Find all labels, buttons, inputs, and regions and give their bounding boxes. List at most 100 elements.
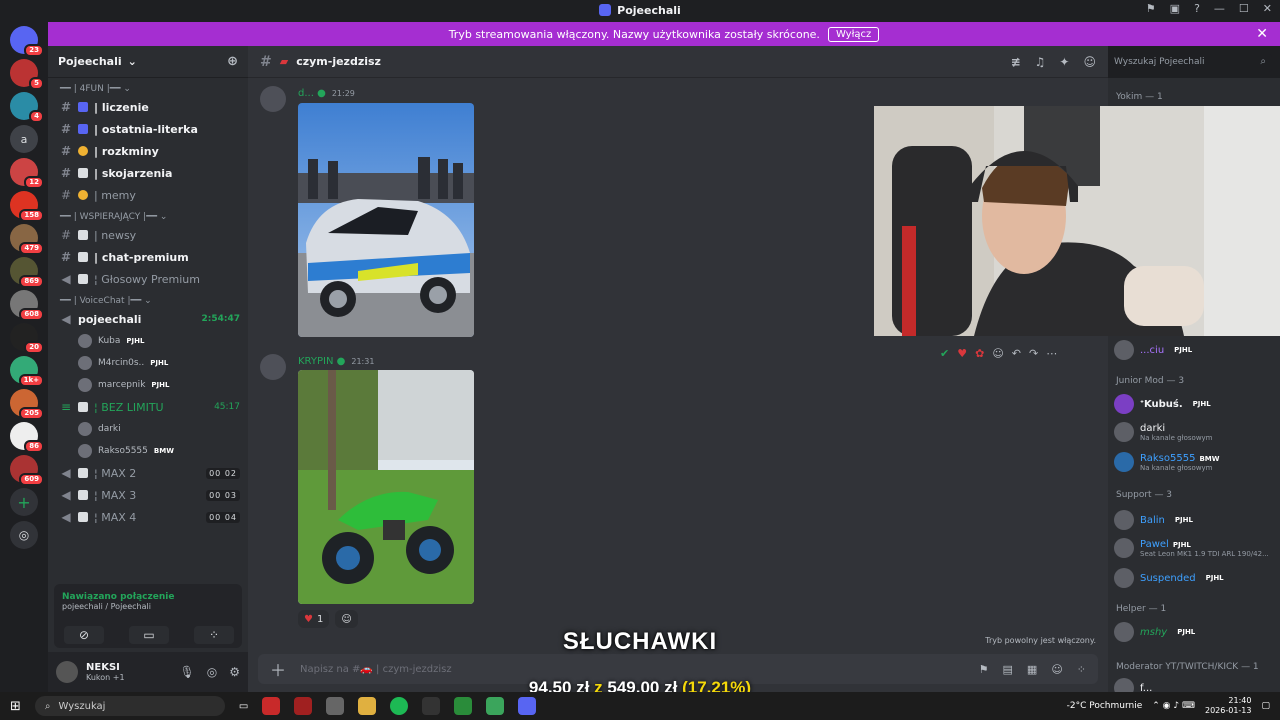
server-icon[interactable]: 20 — [10, 323, 44, 354]
app-icon[interactable] — [454, 697, 473, 715]
server-icon[interactable]: 609 — [10, 455, 44, 486]
voice-channel-item[interactable]: ◀ ¦ MAX 3 00 03 — [48, 484, 248, 506]
spotify-icon[interactable] — [390, 697, 409, 715]
member-item[interactable]: Pawel PJHL Seat Leon MK1 1.9 TDI ARL 190/4… — [1114, 538, 1269, 558]
heart-reaction-icon[interactable]: ♥ — [957, 347, 967, 360]
channel-item[interactable]: # | liczenie — [48, 96, 248, 118]
channel-item[interactable]: # | memy — [48, 184, 248, 206]
add-reaction-button[interactable]: ☺ — [335, 610, 358, 628]
voice-user[interactable]: Rakso5555 BMW — [48, 440, 248, 462]
mute-icon[interactable]: ♫ — [1035, 55, 1046, 69]
member-item[interactable]: darki Na kanale głosowym — [1114, 422, 1213, 442]
add-reaction-icon[interactable]: ☺ — [992, 347, 1003, 360]
emoji-icon[interactable]: ☺ — [1051, 663, 1062, 676]
message-input[interactable]: Napisz na #🚗 | czym-jezdzisz — [300, 664, 452, 675]
server-icon[interactable]: 1k+ — [10, 356, 44, 387]
screen-icon[interactable]: ▣ — [1170, 2, 1180, 15]
server-icon[interactable]: 479 — [10, 224, 44, 255]
windows-start-icon[interactable]: ⊞ — [10, 699, 21, 714]
server-icon[interactable]: 12 — [10, 158, 44, 189]
voice-channel-item[interactable]: ≡ ¦ BEZ LIMITU 45:17 — [48, 396, 248, 418]
server-icon[interactable]: 5 — [10, 59, 44, 90]
clock[interactable]: 21:40 2026-01-13 — [1205, 696, 1252, 716]
task-view-icon[interactable]: ▭ — [239, 701, 248, 712]
headphones-icon[interactable]: ◎ — [207, 665, 217, 679]
server-icon[interactable]: 158 — [10, 191, 44, 222]
home-server[interactable]: 23 — [10, 26, 44, 57]
check-reaction-icon[interactable]: ✔ — [940, 347, 949, 360]
sticker-reaction-icon[interactable]: ✿ — [975, 347, 984, 360]
member-item[interactable]: ᐩKubuś. PJHL — [1114, 394, 1211, 414]
voice-user[interactable]: marcepnik PJHL — [48, 374, 248, 396]
avatar[interactable] — [260, 86, 286, 112]
discover-icon[interactable]: ◎ — [10, 521, 38, 549]
tray-icons[interactable]: ⌃ ◉ ♪ ⌨ — [1152, 701, 1195, 711]
category-header[interactable]: ━━ | VoiceChat |━━ ⌄ — [48, 290, 248, 308]
voice-channel-item[interactable]: ◀ ¦ MAX 2 00 02 — [48, 462, 248, 484]
member-item[interactable]: Rakso5555 BMW Na kanale głosowym — [1114, 452, 1219, 472]
server-icon[interactable]: 608 — [10, 290, 44, 321]
threads-icon[interactable]: ≢ — [1011, 55, 1021, 69]
disable-streamer-mode-button[interactable]: Wyłącz — [827, 26, 880, 42]
close-window-button[interactable]: ✕ — [1263, 2, 1272, 15]
message-author[interactable]: KRYPIN — [298, 356, 333, 367]
voice-channel-item[interactable]: ◀ ¦ MAX 4 00 04 — [48, 506, 248, 528]
channel-item[interactable]: # | skojarzenia — [48, 162, 248, 184]
guild-header[interactable]: Pojeechali ⌄ ⊕ — [48, 46, 248, 78]
server-icon[interactable]: 869 — [10, 257, 44, 288]
file-explorer-icon[interactable] — [358, 697, 377, 715]
server-icon[interactable]: 86 — [10, 422, 44, 453]
minimize-button[interactable]: — — [1214, 2, 1225, 15]
channel-item[interactable]: # | newsy — [48, 224, 248, 246]
attachment-image-police-car[interactable] — [298, 103, 474, 337]
maximize-button[interactable]: ☐ — [1239, 2, 1249, 15]
notifications-icon[interactable]: ▢ — [1261, 701, 1270, 711]
opera-icon[interactable] — [262, 697, 281, 715]
taskbar-search[interactable]: ⌕ Wyszukaj — [34, 696, 225, 716]
gif-icon[interactable]: ▤ — [1003, 663, 1013, 676]
message-author[interactable]: d... — [298, 88, 314, 99]
search-input[interactable]: Wyszukaj Pojeechali ⌕ — [1108, 54, 1272, 72]
voice-user[interactable]: M4rcin0s.. PJHL — [48, 352, 248, 374]
gear-icon[interactable]: ⚙ — [229, 665, 240, 679]
member-item[interactable]: Balin PJHL — [1114, 510, 1193, 530]
reaction-heart[interactable]: ♥ 1 — [298, 610, 330, 628]
connection-location[interactable]: pojeechali / Pojeechali — [62, 602, 234, 611]
pin-icon[interactable]: ✦ — [1059, 55, 1069, 69]
close-banner-icon[interactable]: ✕ — [1256, 26, 1268, 42]
apps-icon[interactable]: ⁘ — [1077, 663, 1086, 676]
app-icon[interactable] — [486, 697, 505, 715]
gift-icon[interactable]: ⚑ — [979, 663, 989, 676]
server-icon[interactable]: 205 — [10, 389, 44, 420]
attachment-image-pit-bike[interactable] — [298, 370, 474, 604]
help-icon[interactable]: ? — [1194, 2, 1200, 15]
voice-user[interactable]: Kuba PJHL — [48, 330, 248, 352]
voice-user[interactable]: darki — [48, 418, 248, 440]
channel-item[interactable]: # | ostatnia-literka — [48, 118, 248, 140]
member-item[interactable]: ...ciu PJHL — [1114, 340, 1192, 360]
inbox-icon[interactable]: ⚑ — [1146, 2, 1156, 15]
invite-icon[interactable]: ⊕ — [227, 54, 238, 69]
server-icon[interactable]: a — [10, 125, 38, 153]
category-header[interactable]: ━━ | WSPIERAJĄCY |━━ ⌄ — [48, 206, 248, 224]
members-icon[interactable]: ☺ — [1083, 55, 1096, 69]
more-icon[interactable]: ⋯ — [1046, 347, 1057, 360]
reply-icon[interactable]: ↶ — [1012, 347, 1021, 360]
forward-icon[interactable]: ↷ — [1029, 347, 1038, 360]
voice-channel-item[interactable]: ◀ ¦ Głosowy Premium — [48, 268, 248, 290]
app-icon[interactable] — [422, 697, 441, 715]
voice-channel-item[interactable]: ◀ pojeechali 2:54:47 — [48, 308, 248, 330]
server-icon[interactable]: 4 — [10, 92, 44, 123]
app-icon[interactable] — [326, 697, 345, 715]
add-server-icon[interactable]: + — [10, 488, 38, 516]
discord-icon[interactable] — [518, 697, 537, 715]
member-item[interactable]: Suspended PJHL — [1114, 568, 1224, 588]
channel-item[interactable]: # | chat-premium — [48, 246, 248, 268]
sticker-icon[interactable]: ▦ — [1027, 663, 1037, 676]
channel-item[interactable]: # | rozkminy — [48, 140, 248, 162]
weather-widget[interactable]: -2°C Pochmurnie — [1067, 701, 1143, 711]
microphone-icon[interactable]: 🎙 — [180, 665, 195, 679]
app-icon[interactable] — [294, 697, 313, 715]
avatar[interactable] — [260, 354, 286, 380]
category-header[interactable]: ━━ | 4FUN |━━ ⌄ — [48, 78, 248, 96]
